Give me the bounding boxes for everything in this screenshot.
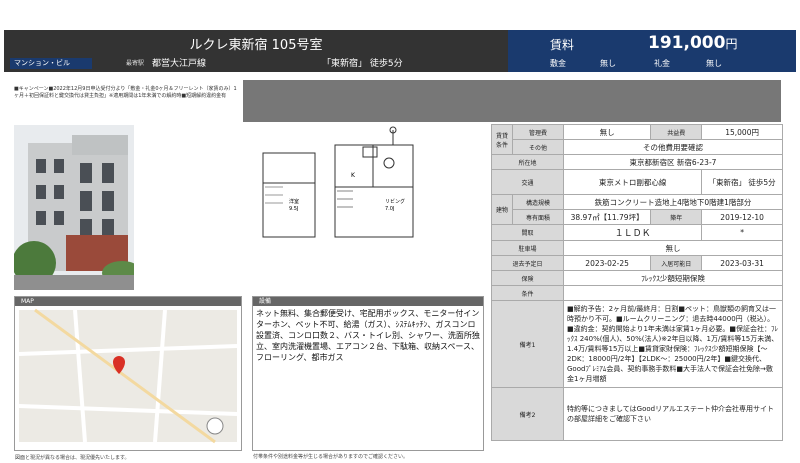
header-rent: 賃料 191,000円 敷金 無し 礼金 無し xyxy=(508,30,796,72)
built-value: 2019-12-10 xyxy=(701,209,783,225)
key-money-label: 礼金 xyxy=(654,59,670,68)
building-group-label: 建物 xyxy=(491,194,513,225)
map-image[interactable] xyxy=(15,306,241,450)
rent-value: 191,000円 xyxy=(648,33,738,53)
note2-label: 備考2 xyxy=(491,387,564,441)
structure-label: 構造規模 xyxy=(512,194,564,210)
transit-walk: 「東新宿」 徒歩5分 xyxy=(701,169,783,195)
station-label: 最寄駅 xyxy=(126,60,145,67)
vacate-value: 2023-02-25 xyxy=(562,255,652,271)
rent-unit: 円 xyxy=(725,37,738,51)
transit-line: 東京メトロ副都心線 xyxy=(562,169,703,195)
conditions-label: 条件 xyxy=(491,285,564,301)
room2-size: 7.0J xyxy=(385,206,394,212)
kitchen-label: K xyxy=(351,172,356,179)
built-label: 築年 xyxy=(650,209,703,225)
note2-value: 特約等につきましてはGoodリアルエステート仲介会社専用サイトの部屋詳細をご確認… xyxy=(563,387,783,441)
other-value: その他費用要確認 xyxy=(563,139,783,155)
building-photo xyxy=(12,125,142,290)
pay-group-label: 賃貸条件 xyxy=(491,124,513,155)
parking-label: 駐車場 xyxy=(491,240,564,256)
note1-label: 備考1 xyxy=(491,300,564,388)
conditions-value xyxy=(563,285,783,301)
room1-label: 洋室 xyxy=(289,198,299,205)
property-type-badge: マンション・ビル xyxy=(10,58,92,69)
area-label: 専有面積 xyxy=(512,209,564,225)
common-fee-value: 15,000円 xyxy=(701,124,783,140)
vacate-label: 退去予定日 xyxy=(491,255,564,271)
floor-plan: 洋室 9.5J リビング 7.0J K xyxy=(243,125,488,245)
move-in-value: 2023-03-31 xyxy=(701,255,783,271)
insurance-value: ﾌﾚｯｸｽ少額短期保険 xyxy=(563,270,783,286)
equipment-text: ネット無料、集合郵便受け、宅配用ボックス、モニター付インターホン、ペット不可、給… xyxy=(256,309,480,362)
map-footnote: 図面と現況が異なる場合は、現況優先いたします。 xyxy=(15,455,130,461)
campaign-notice: ■キャンペーン■2022年12月9日申込受付分より「敷金・礼金0ヶ月＆フリーレン… xyxy=(14,86,237,99)
map-label: MAP xyxy=(15,297,241,306)
map-panel: MAP 図面と現況が異なる場合は、現況優先いたします。 xyxy=(14,296,242,461)
layout-extra: * xyxy=(701,224,783,241)
structure-value: 鉄筋コンクリート造地上4階地下0階建1階部分 xyxy=(563,194,783,210)
area-value: 38.97㎡【11.79坪】 xyxy=(562,209,652,225)
note1-value: ■解約予告：2ヶ月前/最終月：日割■ペット：鳥獣類の飼育又は一時預かり不可。■ル… xyxy=(563,300,783,388)
station-walk: 「東新宿」 徒歩5分 xyxy=(322,59,403,69)
address-value: 東京都新宿区 新宿6-23-7 xyxy=(563,154,783,170)
property-detail-table: 賃貸条件 管理費 無し 共益費 15,000円 その他 その他費用要確認 所在地… xyxy=(491,124,783,441)
mgmt-label: 管理費 xyxy=(512,124,564,140)
other-label: その他 xyxy=(512,139,564,155)
equipment-footnote: 付帯条件や別途料金等が生じる場合がありますのでご確認ください。 xyxy=(253,454,409,460)
layout-label: 間取 xyxy=(491,224,564,241)
parking-value: 無し xyxy=(563,240,783,256)
banner-bar xyxy=(243,80,781,122)
header-left: ルクレ東新宿 105号室 マンション・ビル 最寄駅 都営大江戸線 「東新宿」 徒… xyxy=(4,30,508,72)
page-title: ルクレ東新宿 105号室 xyxy=(189,38,323,53)
insurance-label: 保険 xyxy=(491,270,564,286)
common-fee-label: 共益費 xyxy=(650,124,703,140)
key-money-value: 無し xyxy=(706,59,722,68)
layout-value: １ＬＤＫ xyxy=(562,224,703,241)
mgmt-value: 無し xyxy=(562,124,652,140)
equipment-label: 設備 xyxy=(253,297,483,306)
transit-label: 交通 xyxy=(491,169,564,195)
equipment-panel: 設備 ネット無料、集合郵便受け、宅配用ボックス、モニター付インターホン、ペット不… xyxy=(252,296,484,460)
deposit-value: 無し xyxy=(600,59,616,68)
room2-label: リビング xyxy=(385,198,405,205)
move-in-label: 入居可能日 xyxy=(650,255,703,271)
room1-size: 9.5J xyxy=(289,206,298,212)
rent-label: 賃料 xyxy=(550,38,575,52)
deposit-label: 敷金 xyxy=(550,59,566,68)
station-line: 都営大江戸線 xyxy=(152,59,207,69)
address-label: 所在地 xyxy=(491,154,564,170)
